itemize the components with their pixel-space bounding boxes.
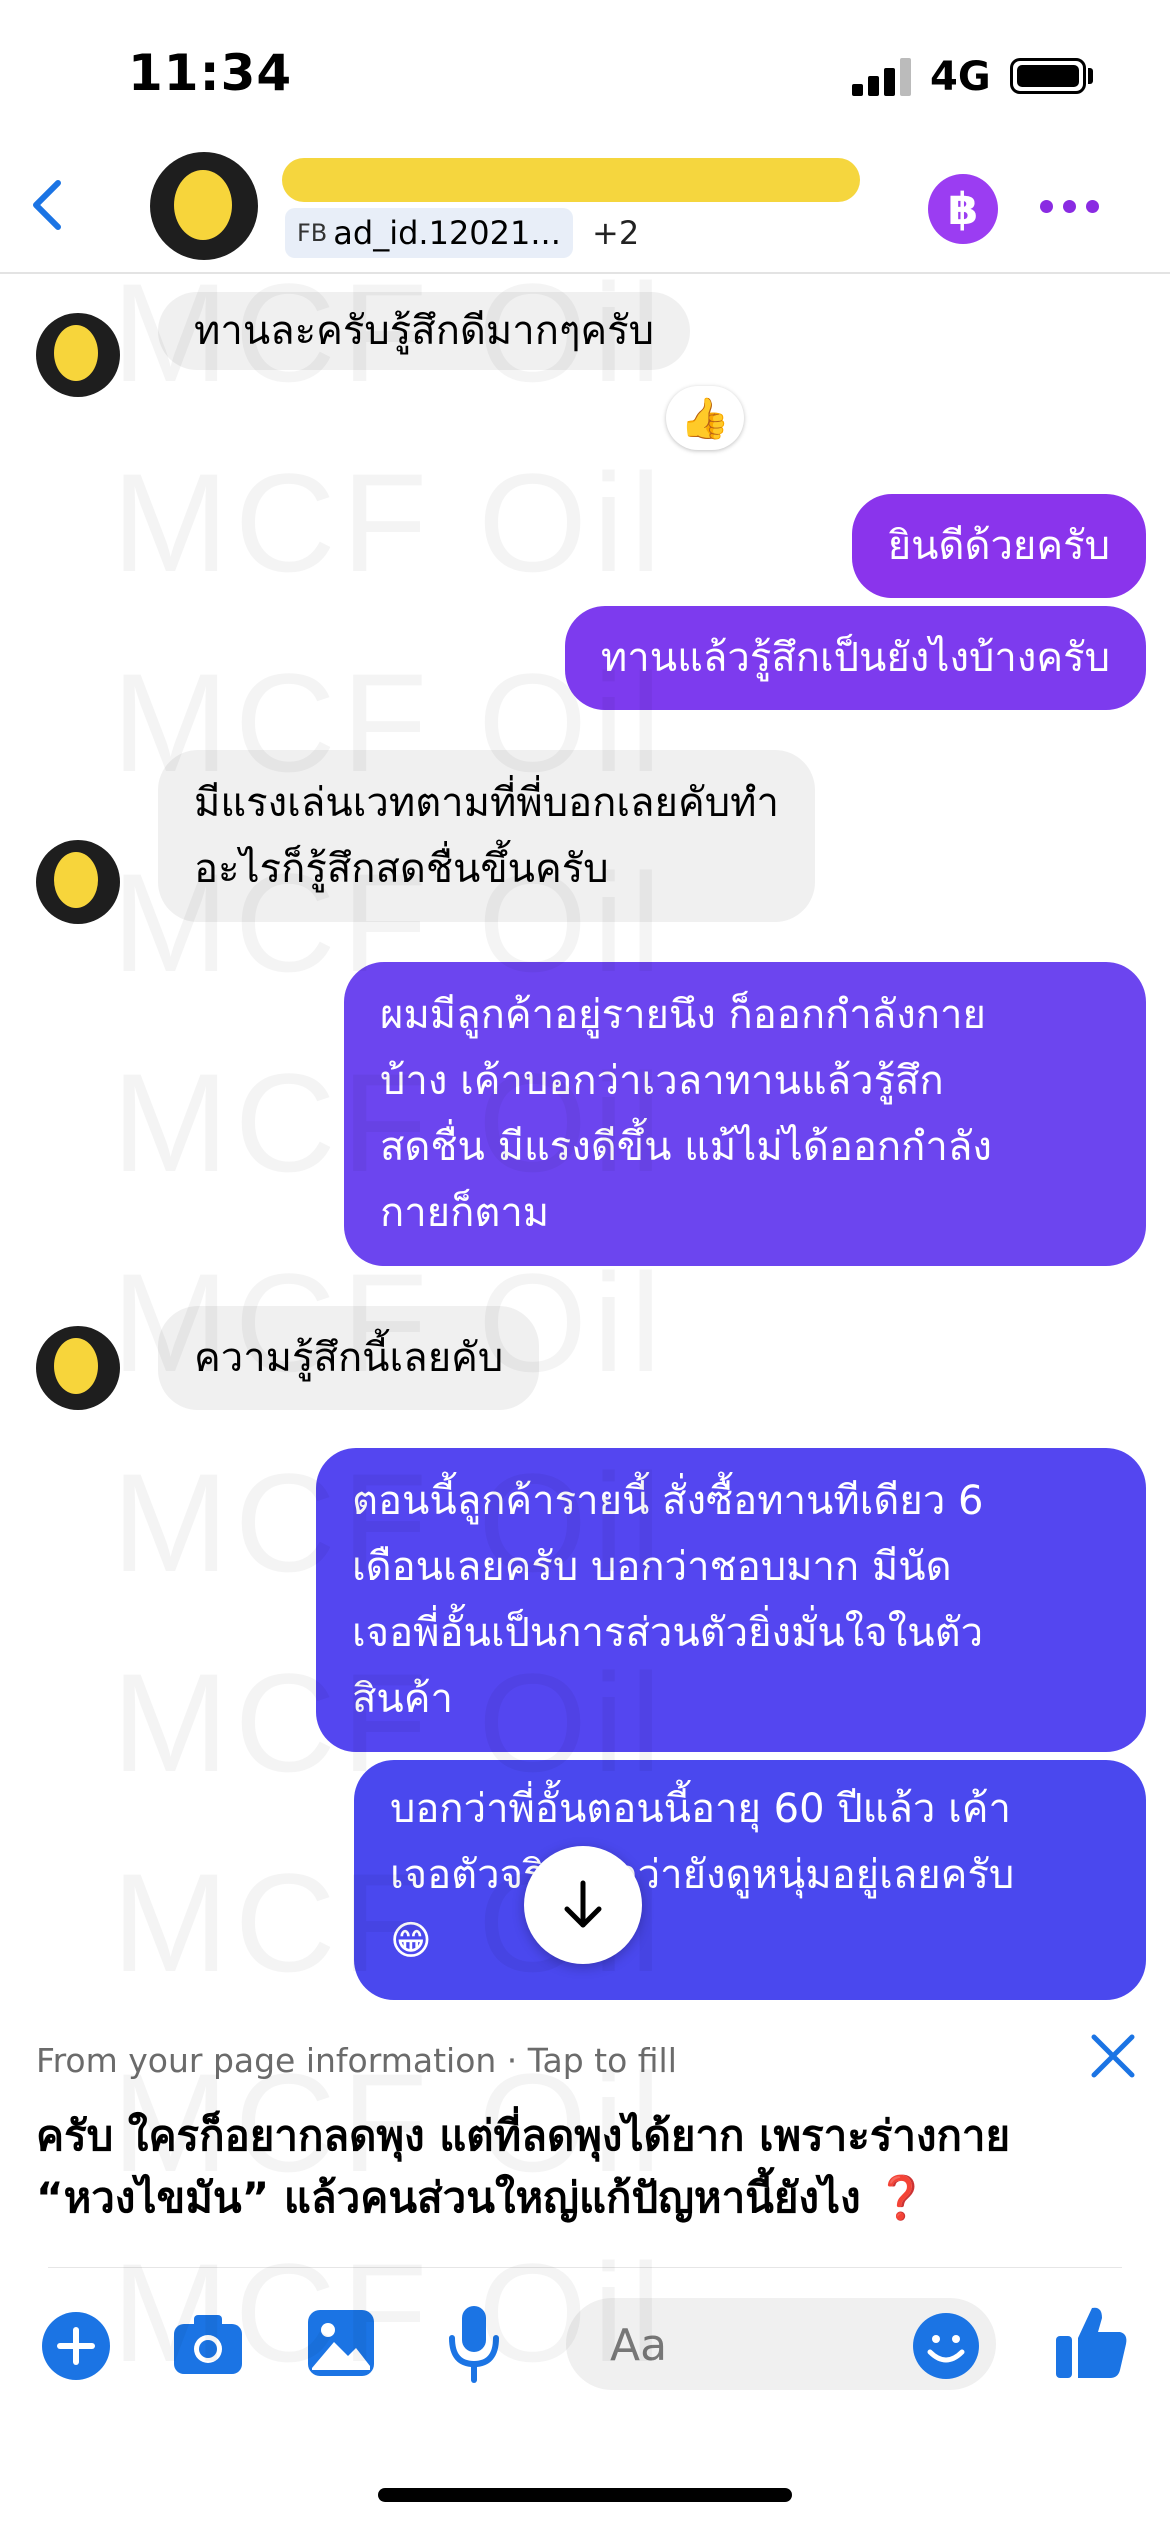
sender-avatar [36,313,120,397]
message-text: เจอตัวจริงบอกว่ายังดูหนุ่มอยู่เลยครับ [390,1852,1015,1898]
fb-label: FB [297,219,328,247]
coin-icon[interactable]: ฿ [928,174,998,244]
thumbs-up-icon[interactable] [1054,2304,1128,2380]
message-composer: Aa [0,2268,1170,2418]
message-text: ยินดีด้วยครับ [887,523,1110,569]
home-indicator [378,2488,792,2502]
reaction-emoji: 👍 [680,395,730,442]
contact-name-redacted [282,158,860,202]
back-icon[interactable] [20,175,80,235]
close-icon[interactable] [1086,2029,1140,2083]
more-tags-count[interactable]: +2 [592,208,639,258]
input-placeholder: Aa [610,2320,668,2371]
message-text: ผมมีลูกค้าอยู่รายนึง ก็ออกกำลังกาย [380,992,986,1038]
message-bubble-outgoing[interactable]: บอกว่าพี่อั้นตอนนี้อายุ 60 ปีแล้ว เค้า เ… [354,1760,1146,2000]
message-text: เดือนเลยครับ บอกว่าชอบมาก มีนัด [352,1544,952,1590]
message-text: กายก็ตาม [380,1190,550,1236]
network-label: 4G [930,54,991,100]
battery-tip [1088,68,1093,84]
ad-id-tag[interactable]: FB ad_id.12021... [285,208,573,258]
message-bubble-incoming[interactable]: ทานละครับรู้สึกดีมากๆครับ [158,292,691,370]
message-text: สินค้า [352,1676,453,1722]
camera-icon[interactable] [172,2312,244,2376]
message-bubble-incoming[interactable]: ความรู้สึกนี้เลยคับ [158,1306,540,1410]
message-text: ทานแล้วรู้สึกเป็นยังไงบ้างครับ [600,635,1110,681]
suggestion-hint: From your page information · Tap to fill [36,2041,677,2080]
ad-id-text: ad_id.12021... [333,214,561,252]
suggestion-line: ครับ ใครก็อยากลดพุง แต่ที่ลดพุงได้ยาก เพ… [36,2111,1011,2160]
message-bubble-incoming[interactable]: มีแรงเล่นเวทตามที่พี่บอกเลยคับทำ อะไรก็ร… [158,750,815,922]
emoji-icon[interactable] [912,2312,980,2380]
message-bubble-outgoing[interactable]: ผมมีลูกค้าอยู่รายนึง ก็ออกกำลังกาย บ้าง … [344,962,1146,1266]
message-list[interactable]: ทานละครับรู้สึกดีมากๆครับ 👍 ยินดีด้วยครั… [0,272,1170,2007]
battery-icon [1010,58,1086,94]
message-text: บอกว่าพี่อั้นตอนนี้อายุ 60 ปีแล้ว เค้า [390,1786,1011,1832]
message-bubble-outgoing[interactable]: ทานแล้วรู้สึกเป็นยังไงบ้างครับ [564,606,1146,710]
plus-icon[interactable] [42,2312,110,2380]
signal-icon [852,58,912,96]
suggestion-line-2: “หวงไขมัน” แล้วคนส่วนใหญ่แก้ปัญหานี้ยังไ… [36,2167,1116,2229]
question-emoji: ❓ [875,2173,928,2222]
message-text: อะไรก็รู้สึกสดชื่นขึ้นครับ [194,846,609,892]
message-bubble-outgoing[interactable]: ตอนนี้ลูกค้ารายนี้ สั่งซื้อทานทีเดียว 6 … [316,1448,1146,1752]
sender-avatar [36,840,120,924]
arrow-down-icon [564,1880,602,1928]
suggested-reply-panel[interactable]: From your page information · Tap to fill… [0,2007,1170,2269]
status-time: 11:34 [128,44,293,102]
sender-avatar [36,1326,120,1410]
more-icon[interactable] [1040,200,1100,214]
mic-icon[interactable] [446,2304,502,2384]
coin-symbol: ฿ [947,183,979,235]
message-text: บ้าง เค้าบอกว่าเวลาทานแล้วรู้สึก [380,1058,944,1104]
image-icon[interactable] [306,2308,376,2378]
message-text: ตอนนี้ลูกค้ารายนี้ สั่งซื้อทานทีเดียว 6 [352,1478,984,1524]
suggestion-line: “หวงไขมัน” แล้วคนส่วนใหญ่แก้ปัญหานี้ยังไ… [36,2173,861,2222]
message-text: ความรู้สึกนี้เลยคับ [194,1335,504,1381]
scroll-to-bottom-button[interactable] [524,1846,642,1964]
message-bubble-outgoing[interactable]: ยินดีด้วยครับ [851,494,1146,598]
message-emoji: 😁 [390,1918,432,1964]
message-text: ทานละครับรู้สึกดีมากๆครับ [194,308,655,354]
message-text: มีแรงเล่นเวทตามที่พี่บอกเลยคับทำ [194,780,779,826]
suggested-reply-text[interactable]: ครับ ใครก็อยากลดพุง แต่ที่ลดพุงได้ยาก เพ… [36,2105,1116,2229]
chat-header: FB ad_id.12021... +2 ฿ [0,140,1170,274]
status-bar: 11:34 4G [0,0,1170,140]
message-text: สดชื่น มีแรงดีขึ้น แม้ไม่ได้ออกกำลัง [380,1124,992,1170]
message-text: เจอพี่อั้นเป็นการส่วนตัวยิ่งมั่นใจในตัว [352,1610,984,1656]
thumbs-up-reaction[interactable]: 👍 [666,386,744,450]
contact-avatar[interactable] [150,152,258,260]
